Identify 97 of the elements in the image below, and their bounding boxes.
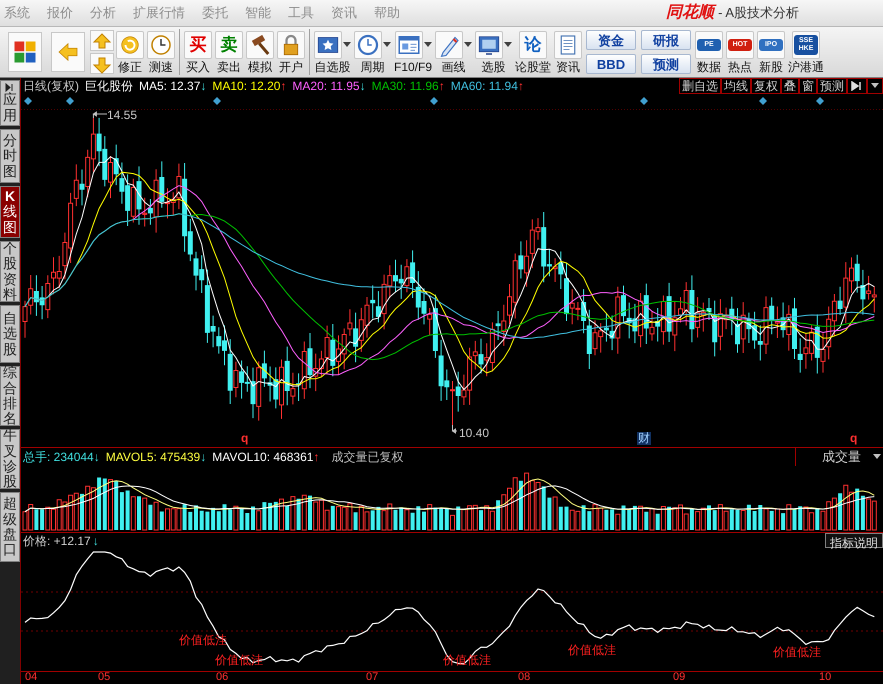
window-title: - A股技术分析 <box>718 4 799 22</box>
axis-label: 10 <box>819 671 832 683</box>
toolbar-button[interactable]: 卖 卖出 <box>214 30 244 74</box>
chart-button[interactable]: 叠 <box>781 78 799 94</box>
toolbar-button[interactable]: BBD <box>586 54 636 74</box>
side-tab[interactable]: 超级盘口 <box>0 492 20 562</box>
finance-mark: 财 <box>637 432 651 445</box>
axis-label: 08 <box>518 671 530 683</box>
high-price-label: 14.55 <box>107 107 138 124</box>
diamond-marker-icon <box>66 97 74 105</box>
app-logo: 同花顺 <box>666 2 714 23</box>
diamond-marker-icon <box>430 97 438 105</box>
side-tab[interactable]: 自选股 <box>0 305 20 363</box>
indicator-reading: 总手: 234044 <box>23 449 94 466</box>
low-price-label: 10.40 <box>459 425 490 442</box>
indicator-reading: MA60: 11.94 <box>450 78 518 95</box>
signal-label: 价值低洼 <box>773 646 821 659</box>
caret-icon <box>871 83 879 89</box>
skip-end-icon <box>851 81 863 91</box>
indicator-reading: MA5: 12.37 <box>139 78 200 95</box>
dropdown-button[interactable] <box>867 78 883 94</box>
side-tab[interactable]: 分时图 <box>0 129 20 183</box>
caret-icon <box>424 42 432 48</box>
caret-icon <box>873 454 881 460</box>
caret-icon <box>464 42 472 48</box>
leader-line <box>92 111 108 118</box>
toolbar-button[interactable]: 自选股 <box>313 30 352 74</box>
toolbar-button[interactable]: 选股 <box>474 30 514 74</box>
axis-label: 07 <box>366 671 378 683</box>
chart-button[interactable]: 删自选 <box>679 78 721 94</box>
dial-icon <box>356 32 380 56</box>
toolbar-button[interactable]: 研报 <box>641 30 692 50</box>
trend-arrow: ↑ <box>313 449 320 466</box>
clock-icon <box>149 32 173 56</box>
help-button[interactable]: 指标说明 <box>825 533 883 548</box>
axis-label: 09 <box>673 671 686 683</box>
diamond-marker-icon <box>759 97 767 105</box>
diamond-marker-icon <box>816 97 824 105</box>
icon-glyph: 买 <box>184 30 212 58</box>
scroll-button[interactable] <box>90 53 114 74</box>
stock-name: 巨化股份 <box>85 78 133 95</box>
scroll-button[interactable] <box>90 30 114 51</box>
toolbar-button[interactable] <box>50 32 86 72</box>
chart-period: 日线(复权) <box>23 78 79 95</box>
indicator-reading: 价格: +12.17 <box>23 532 91 550</box>
toolbar-button[interactable]: 论 论股堂 <box>514 30 552 74</box>
chart-button[interactable] <box>847 78 867 94</box>
trend-arrow: ↓ <box>92 532 99 550</box>
axis-label: 05 <box>98 671 110 683</box>
side-tab[interactable]: K线图 <box>0 186 20 238</box>
side-tab[interactable]: 应用 <box>0 80 20 126</box>
trend-arrow: ↑ <box>280 78 286 95</box>
toolbar-button[interactable]: 资金 <box>586 30 636 50</box>
side-tab[interactable]: 个股资料 <box>0 241 20 302</box>
indicator-reading: MA10: 12.20 <box>212 78 280 95</box>
indicator-reading: MA30: 11.96 <box>372 78 439 95</box>
indicator-reading: MA20: 11.95 <box>292 78 360 95</box>
indicator-dropdown[interactable]: 成交量 <box>795 448 883 466</box>
caret-icon <box>383 42 391 48</box>
toolbar-button[interactable]: 买 买入 <box>183 30 213 74</box>
indicator-reading: MAVOL5: 475439 <box>106 449 200 466</box>
trend-arrow: ↓ <box>200 449 206 466</box>
play-end-icon <box>5 83 15 92</box>
back-arrow-icon <box>56 40 80 64</box>
leader-line <box>452 424 458 434</box>
up-arrow-icon <box>91 30 113 50</box>
diamond-marker-icon <box>640 97 648 105</box>
chart-button[interactable]: 窗 <box>799 78 817 94</box>
volume-note: 成交量已复权 <box>331 449 404 466</box>
toolbar-button[interactable]: 画线 <box>434 30 474 74</box>
chart-button[interactable]: 复权 <box>751 78 781 94</box>
toolbar-button[interactable]: 周期 <box>353 30 392 74</box>
trend-arrow: ↓ <box>94 449 100 466</box>
axis-label: 04 <box>25 671 38 683</box>
trend-arrow: ↑ <box>438 78 445 95</box>
toolbar-button[interactable] <box>7 32 43 72</box>
trend-arrow: ↑ <box>518 78 524 95</box>
caret-icon <box>504 42 512 48</box>
chart-button[interactable]: 均线 <box>721 78 751 94</box>
toolbar-button[interactable]: F10/F9 <box>393 30 434 74</box>
tiles-icon <box>13 40 37 64</box>
axis-label: 06 <box>216 671 228 683</box>
chart-button[interactable]: 预测 <box>817 78 847 94</box>
indicator-reading: MAVOL10: 468361 <box>212 449 314 466</box>
event-mark: q <box>850 432 858 445</box>
signal-label: 价值低洼 <box>568 644 616 657</box>
caret-icon <box>343 42 351 48</box>
side-tab[interactable]: 综合排名 <box>0 366 20 426</box>
icon-glyph: 卖 <box>215 30 243 58</box>
icon-glyph: 论 <box>519 30 548 58</box>
diamond-marker-icon <box>24 97 32 105</box>
trend-arrow: ↓ <box>360 78 366 95</box>
diamond-marker-icon <box>213 97 221 105</box>
side-tab[interactable]: 牛叉诊股 <box>0 429 20 489</box>
toolbar-button[interactable]: 预测 <box>641 54 692 74</box>
event-mark: q <box>241 432 248 445</box>
trend-arrow: ↓ <box>200 78 206 95</box>
